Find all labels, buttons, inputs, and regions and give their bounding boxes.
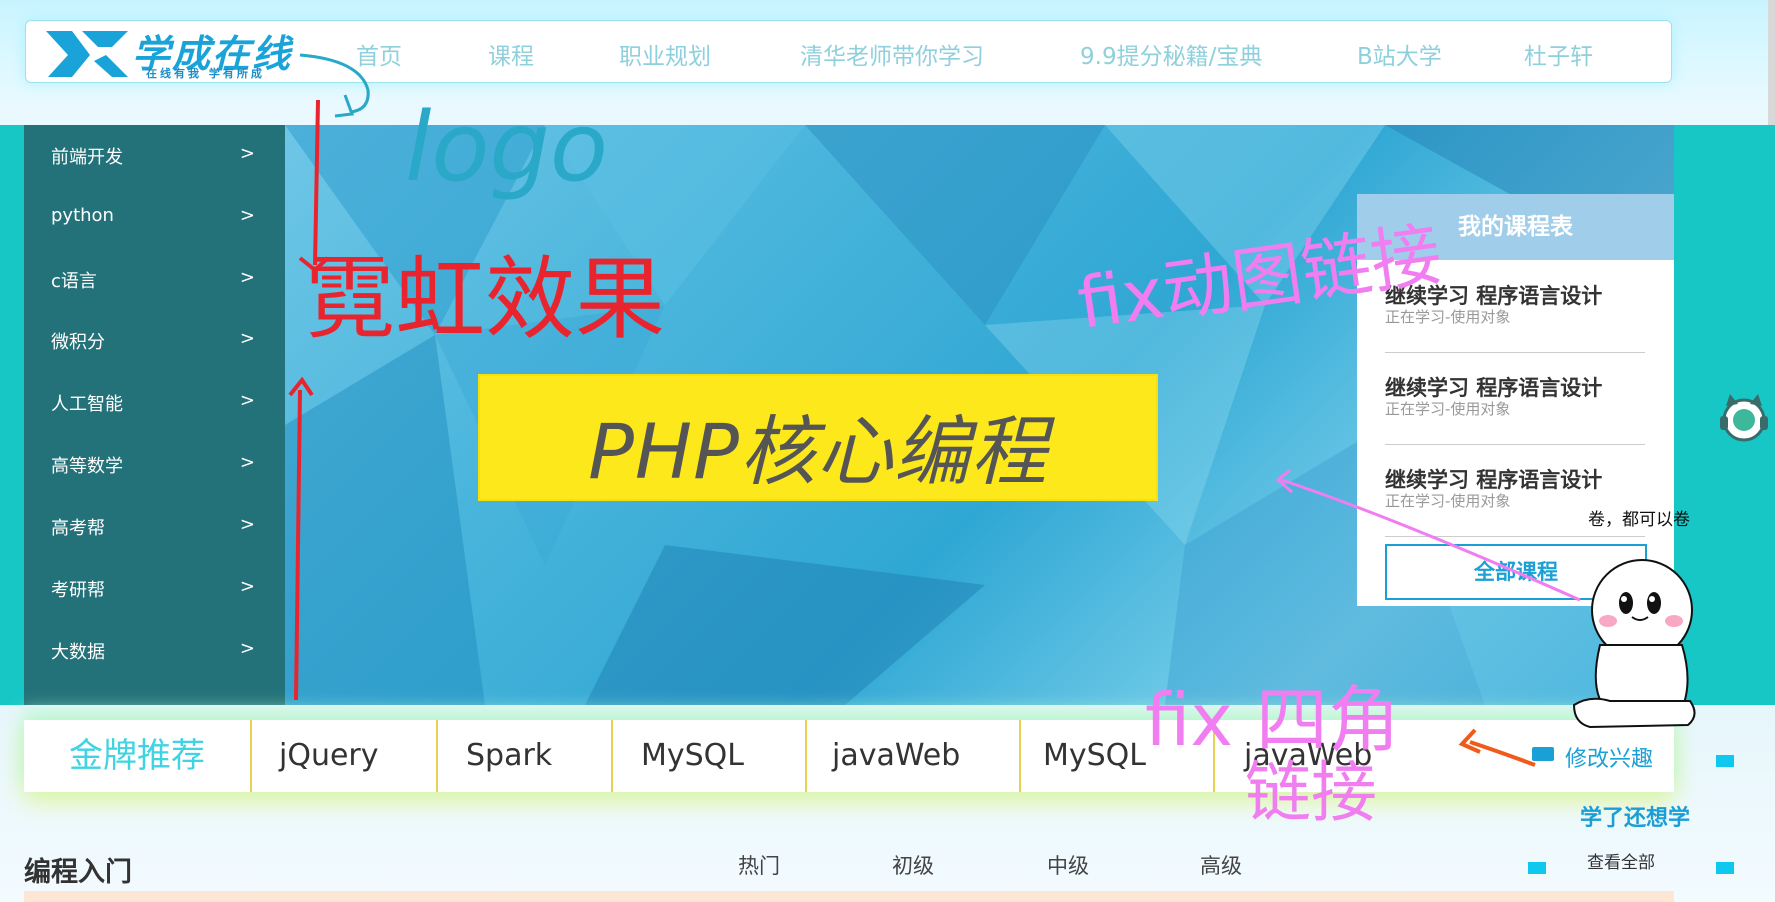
tag-javaweb-2[interactable]: javaWeb — [1217, 720, 1417, 792]
sidebar-item-label: 考研帮 — [51, 580, 105, 601]
course-item[interactable]: 继续学习 程序语言设计 正在学习-使用对象 — [1385, 260, 1645, 353]
sidebar-item-label: 大数据 — [51, 642, 105, 663]
nav-tsinghua[interactable]: 清华老师带你学习 — [800, 37, 984, 71]
filter-intermediate[interactable]: 中级 — [1047, 850, 1089, 880]
sidebar-item-label: python — [51, 205, 114, 226]
sidebar-item-c[interactable]: c语言 > — [24, 255, 285, 305]
tag-mysql-2[interactable]: MySQL — [1023, 720, 1215, 792]
course-item[interactable]: 继续学习 程序语言设计 正在学习-使用对象 — [1385, 352, 1645, 445]
sidebar-item-label: 微积分 — [51, 332, 105, 353]
featured-label: 金牌推荐 — [24, 720, 252, 792]
nav-bilibili[interactable]: B站大学 — [1357, 37, 1442, 71]
sidebar-item-bigdata[interactable]: 大数据 > — [24, 626, 285, 676]
php-course-card[interactable]: PHP核心编程 — [480, 376, 1156, 499]
chevron-right-icon: > — [239, 143, 255, 164]
filter-advanced[interactable]: 高级 — [1200, 850, 1242, 880]
nav-career[interactable]: 职业规划 — [619, 37, 711, 71]
tag-jquery[interactable]: jQuery — [252, 720, 438, 792]
filter-hot[interactable]: 热门 — [738, 850, 780, 880]
tag-mysql[interactable]: MySQL — [615, 720, 807, 792]
sidebar-item-kaoyan[interactable]: 考研帮 > — [24, 564, 285, 614]
logo-slogan: 在线有我 学有所成 — [146, 67, 265, 80]
banner-headline: PHP核心编程 — [588, 407, 1048, 496]
tag-javaweb[interactable]: javaWeb — [809, 720, 1021, 792]
course-item[interactable]: 继续学习 程序语言设计 正在学习-使用对象 — [1385, 444, 1645, 537]
chevron-right-icon: > — [239, 638, 255, 659]
course-item-sub: 正在学习-使用对象 — [1385, 400, 1511, 418]
sidebar-item-label: 高考帮 — [51, 518, 105, 539]
cat-headphone-icon[interactable] — [1716, 390, 1772, 446]
section-title: 编程入门 — [24, 857, 132, 888]
top-header: 学成在线 在线有我 学有所成 首页 课程 职业规划 清华老师带你学习 9.9提分… — [25, 20, 1672, 83]
nav-tips[interactable]: 9.9提分秘籍/宝典 — [1080, 37, 1262, 71]
learn-more-title: 学了还想学 — [1580, 806, 1691, 831]
sidebar-item-frontend[interactable]: 前端开发 > — [24, 131, 285, 181]
recommend-bar: 金牌推荐 jQuery Spark MySQL javaWeb MySQL ja… — [24, 720, 1674, 792]
edit-interest-link[interactable]: 修改兴趣 — [1565, 741, 1653, 773]
category-sidebar: 前端开发 > python > c语言 > 微积分 > 人工智能 > 高等数学 … — [24, 125, 285, 705]
view-all-link[interactable]: 查看全部 — [1587, 848, 1655, 873]
sidebar-item-label: 前端开发 — [51, 147, 123, 168]
chevron-right-icon: > — [239, 576, 255, 597]
filter-beginner[interactable]: 初级 — [892, 850, 934, 880]
content-strip — [24, 891, 1674, 902]
chevron-right-icon: > — [239, 452, 255, 473]
corner-marker — [1528, 862, 1546, 874]
chevron-right-icon: > — [239, 328, 255, 349]
corner-marker — [1716, 755, 1734, 767]
sidebar-item-math[interactable]: 高等数学 > — [24, 440, 285, 490]
logo-mark-icon — [46, 31, 128, 77]
chevron-right-icon: > — [239, 390, 255, 411]
corner-marker — [1716, 862, 1734, 874]
tag-spark[interactable]: Spark — [440, 720, 613, 792]
nav-home[interactable]: 首页 — [356, 37, 402, 71]
sidebar-item-label: 人工智能 — [51, 394, 123, 415]
edit-interest-icon — [1532, 747, 1554, 761]
sidebar-item-label: 高等数学 — [51, 456, 123, 477]
site-logo[interactable]: 学成在线 在线有我 学有所成 — [42, 25, 342, 81]
sidebar-item-calculus[interactable]: 微积分 > — [24, 316, 285, 366]
sidebar-item-gaokao[interactable]: 高考帮 > — [24, 502, 285, 552]
sidebar-item-ai[interactable]: 人工智能 > — [24, 378, 285, 428]
course-item-sub: 正在学习-使用对象 — [1385, 308, 1511, 326]
nav-user[interactable]: 杜子轩 — [1524, 37, 1593, 71]
chevron-right-icon: > — [239, 267, 255, 288]
mascot-sticker-icon — [1572, 559, 1696, 729]
nav-courses[interactable]: 课程 — [488, 37, 534, 71]
chevron-right-icon: > — [239, 205, 255, 226]
course-panel-title: 我的课程表 — [1357, 194, 1674, 260]
sidebar-item-label: c语言 — [51, 271, 97, 292]
sidebar-item-python[interactable]: python > — [24, 193, 285, 243]
course-item-sub: 正在学习-使用对象 — [1385, 492, 1511, 510]
logo-arrowhead — [334, 94, 355, 118]
chevron-right-icon: > — [239, 514, 255, 535]
